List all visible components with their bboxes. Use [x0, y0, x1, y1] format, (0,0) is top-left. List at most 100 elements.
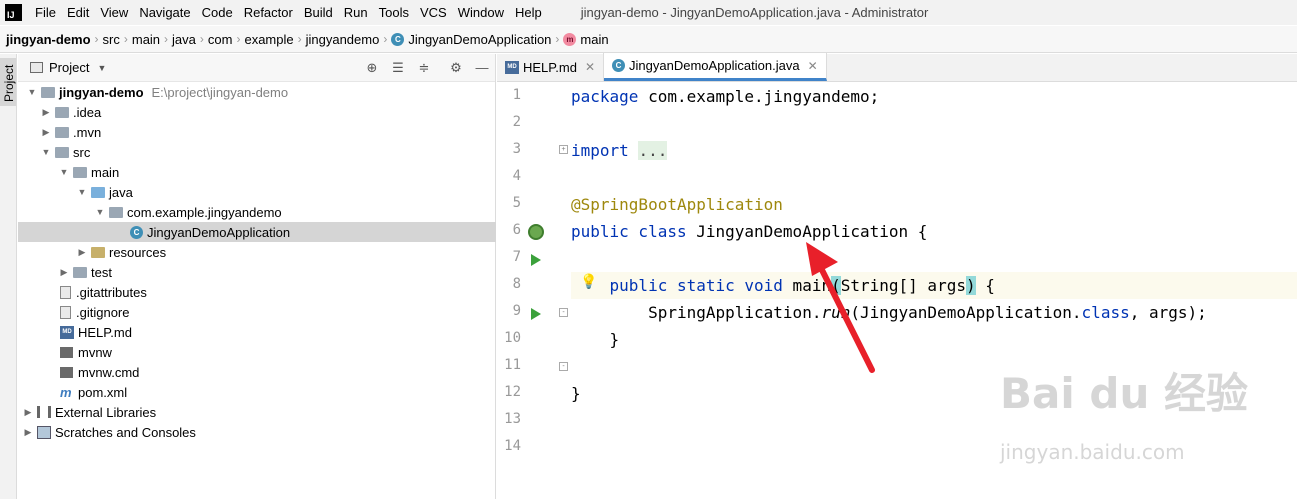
fold-icon[interactable]: - [559, 308, 568, 317]
method-icon: m [563, 32, 577, 46]
library-icon [37, 406, 51, 418]
chevron-right-icon[interactable]: ▶ [58, 267, 70, 278]
file-icon [60, 285, 71, 299]
tab-help-md[interactable]: MD HELP.md ✕ [497, 53, 605, 81]
expand-all-icon[interactable]: ☰ [390, 60, 406, 76]
menu-tools[interactable]: Tools [379, 5, 409, 20]
tree-item-external-libraries[interactable]: ▶ External Libraries [18, 402, 496, 422]
tree-item-package[interactable]: ▼ com.example.jingyandemo [18, 202, 496, 222]
chevron-down-icon[interactable]: ▼ [26, 87, 38, 97]
tree-item-scratches[interactable]: ▶ Scratches and Consoles [18, 422, 496, 442]
code-line-1: package com.example.jingyandemo; [571, 87, 880, 106]
tree-item-project-root[interactable]: ▼ jingyan-demo E:\project\jingyan-demo [18, 82, 496, 102]
folder-icon [55, 146, 69, 158]
line-number: 5 [512, 195, 521, 211]
editor-tabs: MD HELP.md ✕ C JingyanDemoApplication.ja… [497, 53, 1297, 82]
tree-item-mvnw-cmd[interactable]: mvnw.cmd [18, 362, 496, 382]
hide-icon[interactable]: — [474, 60, 490, 75]
chevron-right-icon[interactable]: ▶ [22, 407, 34, 418]
maven-icon: m [60, 384, 72, 400]
chevron-right-icon[interactable]: ▶ [22, 427, 34, 438]
menu-bar: IJ File Edit View Navigate Code Refactor… [0, 0, 1297, 25]
run-gutter-icon[interactable] [531, 308, 541, 320]
tree-item-main[interactable]: ▼ main [18, 162, 496, 182]
chevron-right-icon: › [164, 32, 169, 46]
tree-item-pom-xml[interactable]: m pom.xml [18, 382, 496, 402]
menu-view[interactable]: View [100, 5, 128, 20]
line-number: 2 [512, 114, 521, 130]
code-line-6: @SpringBootApplication [571, 195, 783, 214]
tree-item-idea[interactable]: ▶ .idea [18, 102, 496, 122]
menu-code[interactable]: Code [202, 5, 233, 20]
tree-item-mvn[interactable]: ▶ .mvn [18, 122, 496, 142]
tree-item-gitignore[interactable]: .gitignore [18, 302, 496, 322]
gear-icon[interactable]: ⚙ [448, 60, 464, 76]
menu-help[interactable]: Help [515, 5, 542, 20]
chevron-right-icon: › [94, 32, 99, 46]
tree-item-test[interactable]: ▶ test [18, 262, 496, 282]
breadcrumb-item-class[interactable]: C JingyanDemoApplication › [391, 32, 563, 47]
breadcrumb-item-main[interactable]: main › [132, 32, 172, 47]
menu-refactor[interactable]: Refactor [244, 5, 293, 20]
menu-vcs[interactable]: VCS [420, 5, 447, 20]
tab-jingyan-demo-application[interactable]: C JingyanDemoApplication.java ✕ [604, 53, 827, 81]
menu-file[interactable]: File [35, 5, 56, 20]
tree-item-gitattributes[interactable]: .gitattributes [18, 282, 496, 302]
collapse-all-icon[interactable]: ≑ [416, 60, 432, 76]
chevron-right-icon[interactable]: ▶ [40, 127, 52, 138]
code-area[interactable]: package com.example.jingyandemo; import … [571, 83, 1297, 499]
tree-item-main-class[interactable]: C JingyanDemoApplication [18, 222, 496, 242]
project-panel-header: Project ▼ ⊕ ☰ ≑ ⚙ — [18, 54, 495, 82]
tree-item-resources[interactable]: ▶ resources [18, 242, 496, 262]
scratches-icon [37, 425, 51, 439]
lightbulb-icon[interactable]: 💡 [580, 273, 597, 290]
fold-icon[interactable]: - [559, 362, 568, 371]
tree-item-help-md[interactable]: MD HELP.md [18, 322, 496, 342]
chevron-right-icon[interactable]: ▶ [76, 247, 88, 258]
fold-icon[interactable]: + [559, 145, 568, 154]
editor: MD HELP.md ✕ C JingyanDemoApplication.ja… [497, 53, 1297, 499]
menu-navigate[interactable]: Navigate [139, 5, 190, 20]
close-icon[interactable]: ✕ [585, 60, 595, 74]
watermark-url: jingyan.baidu.com [1000, 440, 1185, 464]
folded-imports[interactable]: ... [638, 141, 668, 160]
menu-window[interactable]: Window [458, 5, 504, 20]
file-icon [60, 305, 71, 319]
tree-item-src[interactable]: ▼ src [18, 142, 496, 162]
run-gutter-icon[interactable] [531, 254, 541, 266]
source-folder-icon [91, 186, 105, 198]
chevron-right-icon[interactable]: ▶ [40, 107, 52, 118]
window-title: jingyan-demo - JingyanDemoApplication.ja… [580, 5, 929, 20]
folder-icon [55, 126, 69, 138]
breadcrumb-item-jingyandemo[interactable]: jingyandemo › [306, 32, 392, 47]
folder-icon [73, 266, 87, 278]
chevron-down-icon[interactable]: ▼ [58, 167, 70, 177]
line-number: 9 [512, 303, 521, 319]
chevron-down-icon[interactable]: ▼ [76, 187, 88, 197]
line-number: 8 [512, 276, 521, 292]
menu-build[interactable]: Build [304, 5, 333, 20]
tree-item-java[interactable]: ▼ java [18, 182, 496, 202]
breadcrumb-item-example[interactable]: example › [244, 32, 305, 47]
code-line-10: SpringApplication.run(JingyanDemoApplica… [648, 303, 1207, 322]
chevron-down-icon[interactable]: ▼ [97, 63, 106, 73]
close-icon[interactable]: ✕ [808, 59, 818, 73]
menu-edit[interactable]: Edit [67, 5, 89, 20]
menu-run[interactable]: Run [344, 5, 368, 20]
tree-item-mvnw[interactable]: mvnw [18, 342, 496, 362]
breadcrumb-item-src[interactable]: src › [103, 32, 132, 47]
spring-bean-icon[interactable] [528, 224, 544, 240]
line-number: 14 [504, 438, 521, 454]
locate-icon[interactable]: ⊕ [364, 60, 380, 76]
breadcrumb-item-java[interactable]: java › [172, 32, 208, 47]
chevron-down-icon[interactable]: ▼ [94, 207, 106, 217]
breadcrumb-item-com[interactable]: com › [208, 32, 245, 47]
chevron-right-icon: › [297, 32, 302, 46]
breadcrumb-item-project[interactable]: jingyan-demo › [6, 32, 103, 47]
code-line-11: } [609, 330, 620, 349]
project-view-selector[interactable]: Project [49, 60, 89, 75]
chevron-down-icon[interactable]: ▼ [40, 147, 52, 157]
project-tool-window-button[interactable]: Project [0, 58, 16, 106]
folder-icon [73, 166, 87, 178]
breadcrumb-item-method[interactable]: m main [563, 32, 609, 47]
